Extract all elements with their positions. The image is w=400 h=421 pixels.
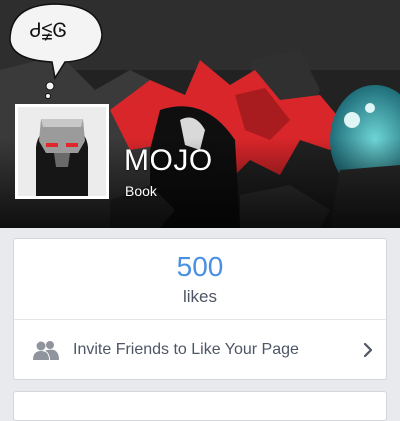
- likes-label: likes: [182, 287, 217, 306]
- chevron-right-icon: [363, 342, 373, 358]
- next-card: [13, 391, 387, 421]
- page-title: MOJO: [124, 144, 213, 177]
- friends-icon: [33, 341, 59, 360]
- invite-friends-label: Invite Friends to Like Your Page: [73, 341, 299, 358]
- invite-friends-button[interactable]: Invite Friends to Like Your Page: [14, 320, 386, 380]
- likes-card: 500 likes Invite Friends to Like Your Pa…: [13, 238, 387, 380]
- avatar-artwork: [18, 107, 106, 196]
- likes-count[interactable]: 500: [14, 251, 386, 283]
- profile-picture[interactable]: [15, 104, 109, 199]
- speech-bubble-text: Ꮷ≨Ꮆ: [30, 18, 67, 42]
- page-category: Book: [125, 183, 157, 199]
